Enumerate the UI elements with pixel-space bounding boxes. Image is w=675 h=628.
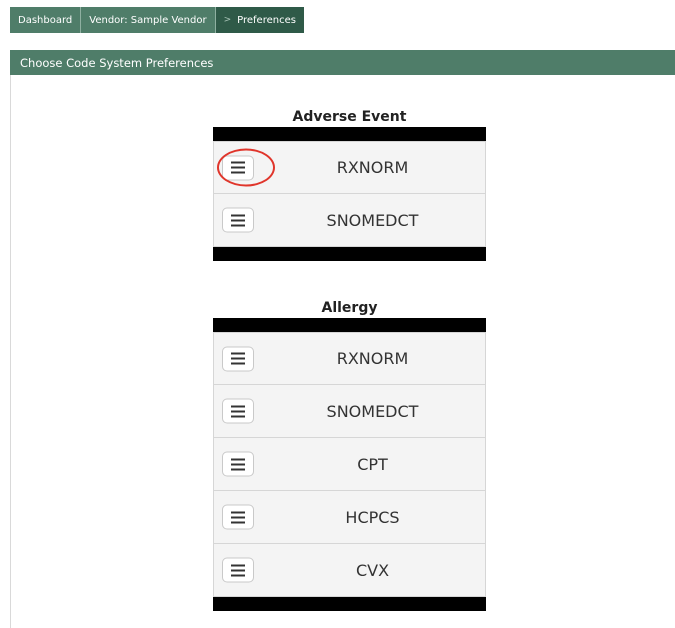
item-label: RXNORM xyxy=(336,349,409,368)
drag-handle-button[interactable] xyxy=(222,346,254,371)
section-footer-bar xyxy=(213,247,486,261)
item-label: SNOMEDCT xyxy=(326,401,419,421)
drag-handle-button[interactable] xyxy=(222,557,254,583)
breadcrumb: Dashboard Vendor: Sample Vendor > Prefer… xyxy=(10,7,304,33)
breadcrumb-separator-icon: > xyxy=(223,15,232,25)
section-title: Allergy xyxy=(321,300,378,316)
item-label: RXNORM xyxy=(336,158,409,177)
breadcrumb-preferences: > Preferences xyxy=(215,7,304,33)
item-label: CPT xyxy=(357,454,388,474)
hamburger-menu-icon xyxy=(231,511,245,523)
sortable-item-snomedct[interactable]: SNOMEDCT xyxy=(213,194,486,247)
sortable-item-rxnorm[interactable]: RXNORM xyxy=(213,141,486,194)
section-header-bar xyxy=(213,318,486,332)
hamburger-menu-icon xyxy=(231,214,245,226)
breadcrumb-vendor[interactable]: Vendor: Sample Vendor xyxy=(81,7,216,33)
hamburger-menu-icon xyxy=(231,405,245,417)
breadcrumb-label: Preferences xyxy=(237,14,296,26)
breadcrumb-label: Dashboard xyxy=(18,14,73,26)
item-label: HCPCS xyxy=(345,507,400,527)
sortable-item-hcpcs[interactable]: HCPCS xyxy=(213,491,486,544)
section-header-bar xyxy=(213,127,486,141)
drag-handle-button[interactable] xyxy=(222,207,254,233)
panel-header: Choose Code System Preferences xyxy=(10,50,675,75)
section-title: Adverse Event xyxy=(292,109,407,125)
hamburger-menu-icon xyxy=(231,458,245,470)
hamburger-menu-icon xyxy=(231,352,245,365)
drag-handle-button[interactable] xyxy=(222,398,254,424)
breadcrumb-label: Vendor: Sample Vendor xyxy=(89,14,207,26)
drag-handle-button[interactable] xyxy=(222,504,254,530)
item-label: SNOMEDCT xyxy=(326,210,419,230)
panel-title: Choose Code System Preferences xyxy=(20,55,214,70)
sortable-item-cpt[interactable]: CPT xyxy=(213,438,486,491)
breadcrumb-dashboard[interactable]: Dashboard xyxy=(10,7,82,33)
sortable-item-snomedct[interactable]: SNOMEDCT xyxy=(213,385,486,438)
drag-handle-button[interactable] xyxy=(222,451,254,477)
section-adverse-event: Adverse Event RXNORM SNOMEDCT xyxy=(213,107,486,261)
sortable-item-rxnorm[interactable]: RXNORM xyxy=(213,332,486,385)
drag-handle-button[interactable] xyxy=(217,148,275,187)
sortable-item-cvx[interactable]: CVX xyxy=(213,544,486,597)
item-label: CVX xyxy=(355,560,390,580)
hamburger-menu-icon xyxy=(231,564,245,576)
hamburger-menu-icon xyxy=(231,161,245,174)
section-footer-bar xyxy=(213,597,486,611)
section-allergy: Allergy RXNORM SNOMEDCT CPT HCPCS CVX xyxy=(213,298,486,611)
